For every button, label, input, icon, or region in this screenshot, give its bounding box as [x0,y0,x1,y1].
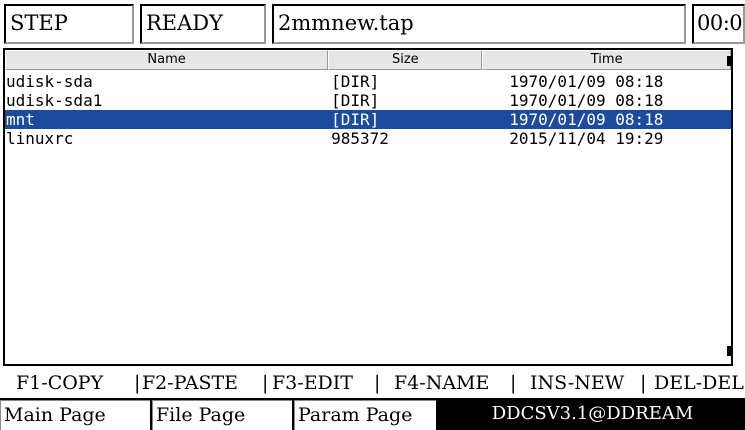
file-name: linuxrc [6,129,74,148]
tab-param-page[interactable]: Param Page [294,400,436,430]
file-size: 985372 [331,129,389,148]
column-header-time[interactable]: Time [482,50,731,70]
scroll-up-marker[interactable] [727,56,731,66]
key-separator: | [640,372,647,394]
file-list-header: Name Size Time [5,50,731,70]
page-tab-bar: Main Page File Page Param Page DDCSV3.1@… [0,398,745,430]
loaded-file-name: 2mmnew.tap [272,4,686,44]
f3-edit-key[interactable]: F3-EDIT [272,368,353,398]
f1-copy-key[interactable]: F1-COPY [16,368,103,398]
file-time: 1970/01/09 08:18 [509,72,664,91]
column-header-size[interactable]: Size [328,50,483,70]
ins-new-key[interactable]: INS-NEW [530,368,624,398]
key-separator: | [374,372,381,394]
file-name: mnt [6,110,35,129]
firmware-version: DDCSV3.1@DDREAM [491,403,694,424]
file-name: udisk-sda1 [6,91,103,110]
file-time: 1970/01/09 08:18 [509,110,664,129]
file-time: 1970/01/09 08:18 [509,91,664,110]
tab-main-page[interactable]: Main Page [0,400,150,430]
function-key-bar: F1-COPY | F2-PASTE | F3-EDIT | F4-NAME |… [0,368,745,398]
tab-file-page[interactable]: File Page [152,400,292,430]
file-row[interactable]: linuxrc 985372 2015/11/04 19:29 [5,129,731,148]
column-header-name[interactable]: Name [5,50,329,70]
mode-indicator: STEP [4,4,134,44]
file-size: [DIR] [331,72,380,91]
f2-paste-key[interactable]: F2-PASTE [142,368,238,398]
file-list: udisk-sda [DIR] 1970/01/09 08:18 udisk-s… [5,72,731,148]
file-row[interactable]: udisk-sda1 [DIR] 1970/01/09 08:18 [5,91,731,110]
f4-name-key[interactable]: F4-NAME [394,368,489,398]
del-del-key[interactable]: DEL-DEL [654,368,744,398]
file-time: 2015/11/04 19:29 [509,129,664,148]
run-clock: 00:00:00 [692,4,745,44]
key-separator: | [262,372,269,394]
file-name: udisk-sda [6,72,93,91]
machine-state-indicator: READY [140,4,266,44]
file-size: [DIR] [331,91,380,110]
file-row-selected[interactable]: mnt [DIR] 1970/01/09 08:18 [5,110,731,129]
file-size: [DIR] [331,110,380,129]
scroll-down-marker[interactable] [727,346,731,356]
key-separator: | [134,372,141,394]
file-row[interactable]: udisk-sda [DIR] 1970/01/09 08:18 [5,72,731,91]
key-separator: | [510,372,517,394]
file-browser: Name Size Time udisk-sda [DIR] 1970/01/0… [3,48,733,366]
status-bar: STEP READY 2mmnew.tap 00:00:00 [0,0,745,46]
